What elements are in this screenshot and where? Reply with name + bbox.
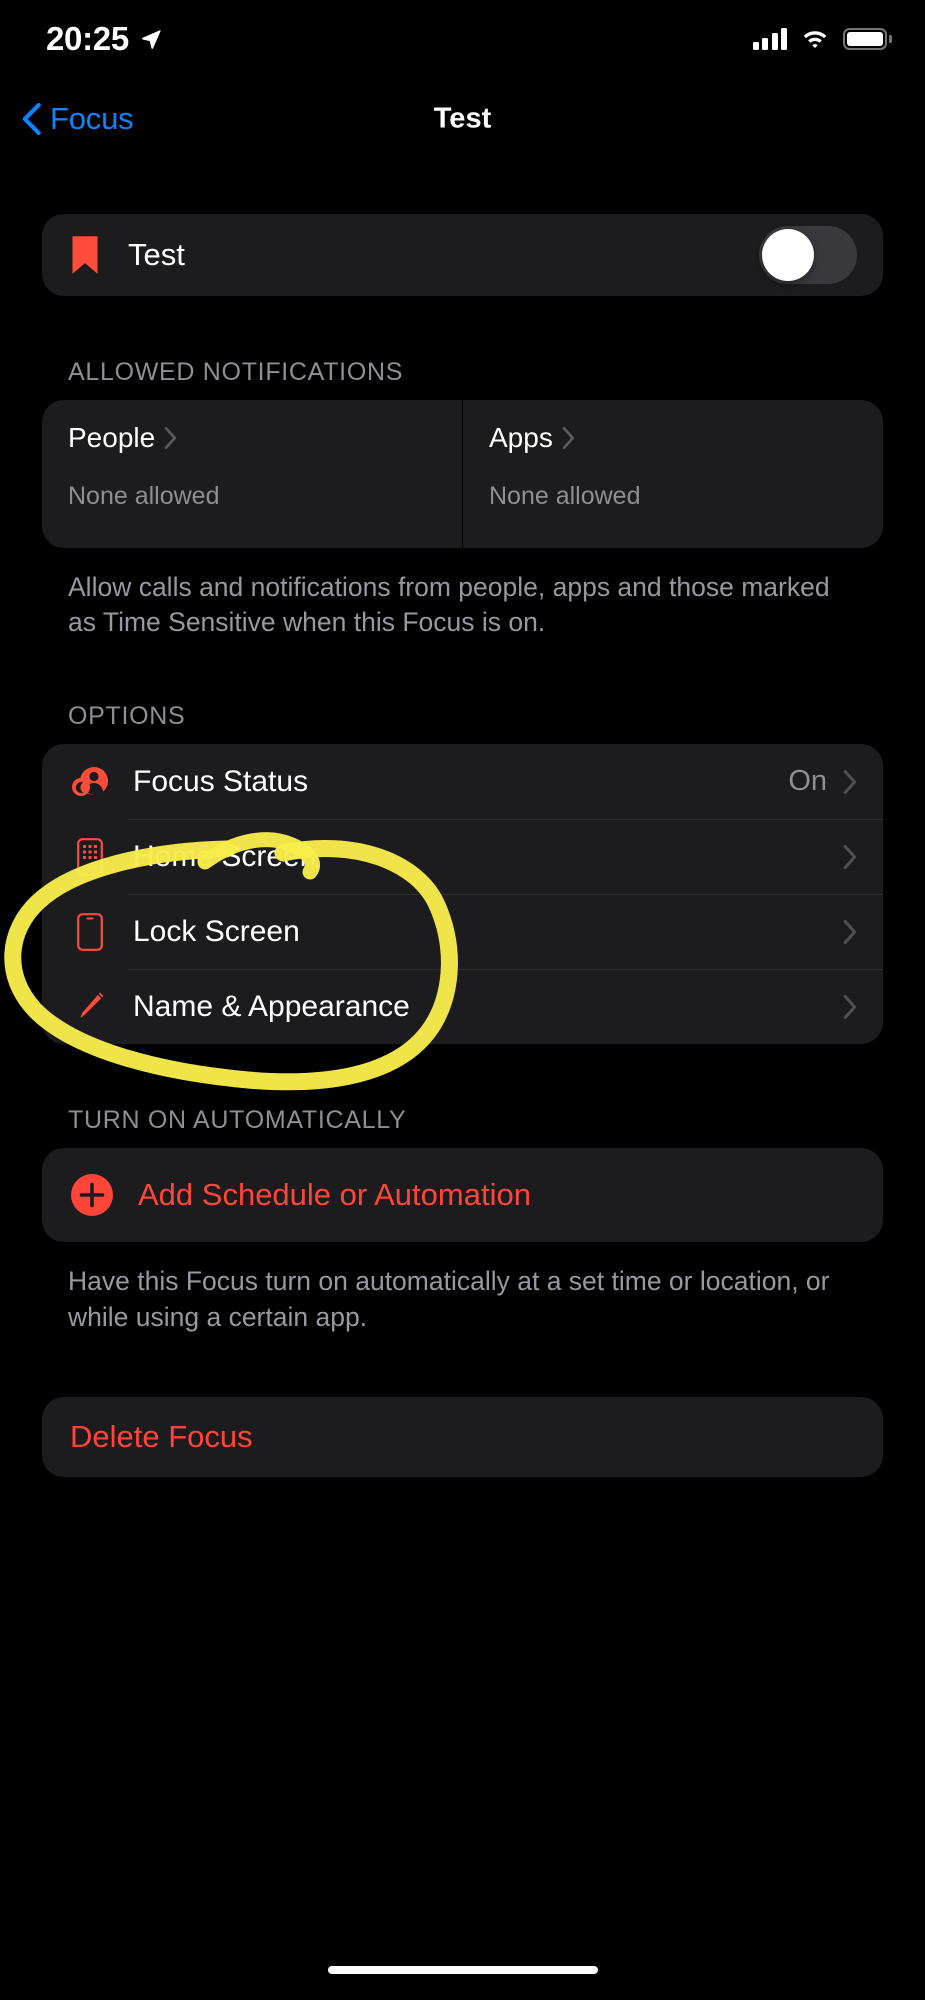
- add-schedule-row[interactable]: Add Schedule or Automation: [42, 1148, 883, 1242]
- people-subtitle: None allowed: [68, 482, 220, 510]
- plus-circle-icon: [71, 1174, 113, 1217]
- location-arrow-icon: [141, 30, 161, 49]
- chevron-right-icon: [843, 769, 857, 794]
- row-value-focus-status: On: [788, 765, 827, 798]
- delete-focus-card[interactable]: Delete Focus: [42, 1396, 883, 1477]
- cellular-bars-icon: [752, 28, 787, 50]
- row-lock-screen[interactable]: Lock Screen: [42, 894, 883, 969]
- battery-full-icon: [843, 28, 892, 50]
- row-label-focus-status: Focus Status: [133, 764, 309, 798]
- focus-status-person-moon-icon: [70, 765, 110, 799]
- row-home-screen[interactable]: Home Screen: [42, 819, 883, 894]
- row-label-home-screen: Home Screen: [133, 839, 317, 873]
- navigation-bar: Focus Test: [0, 88, 925, 150]
- lock-screen-phone-icon: [70, 913, 110, 951]
- bookmark-icon: [72, 236, 98, 274]
- allowed-notifications-split: People None allowed Apps None allowed: [42, 400, 883, 548]
- row-label-name-appearance: Name & Appearance: [133, 989, 410, 1023]
- toggle-knob: [762, 229, 814, 281]
- settings-content: Test ALLOWED NOTIFICATIONS People None a…: [0, 170, 925, 1477]
- allowed-notifications-footer: Allow calls and notifications from peopl…: [68, 572, 830, 638]
- chevron-right-icon: [843, 994, 857, 1019]
- people-title-row: People: [68, 422, 436, 454]
- allowed-notifications-card: People None allowed Apps None allowed: [42, 400, 883, 548]
- row-focus-status[interactable]: Focus Status On: [42, 744, 883, 819]
- chevron-right-icon: [164, 427, 177, 449]
- home-screen-grid-icon: [70, 838, 110, 876]
- row-name-appearance[interactable]: Name & Appearance: [42, 969, 883, 1044]
- delete-focus-label: Delete Focus: [70, 1418, 253, 1454]
- iphone-screen: 20:25 Focus Test Test ALLOWED NOTIFICATI…: [0, 0, 925, 2000]
- status-bar: 20:25: [0, 0, 925, 78]
- focus-name-label: Test: [128, 237, 185, 272]
- status-bar-clock: 20:25: [46, 20, 129, 57]
- apps-subtitle: None allowed: [489, 482, 641, 510]
- people-label: People: [68, 422, 156, 453]
- people-cell[interactable]: People None allowed: [42, 400, 462, 548]
- chevron-right-icon: [843, 844, 857, 869]
- add-schedule-label: Add Schedule or Automation: [138, 1177, 531, 1213]
- pencil-icon: [70, 990, 110, 1024]
- apps-cell[interactable]: Apps None allowed: [462, 400, 883, 548]
- focus-toggle-card[interactable]: Test: [42, 214, 883, 296]
- options-card: Focus Status On Home Screen Lock Screen …: [42, 744, 883, 1045]
- apps-title-row: Apps: [489, 422, 857, 454]
- chevron-right-icon: [562, 427, 574, 449]
- page-title: Test: [433, 102, 492, 135]
- row-label-lock-screen: Lock Screen: [133, 914, 300, 948]
- turn-on-automatically-header: TURN ON AUTOMATICALLY: [68, 1106, 407, 1135]
- apps-label: Apps: [489, 422, 553, 453]
- status-bar-left: 20:25: [46, 20, 162, 58]
- focus-enable-toggle[interactable]: [759, 226, 857, 284]
- turn-on-automatically-card: Add Schedule or Automation: [42, 1148, 883, 1243]
- home-indicator-bar: [327, 1966, 598, 1974]
- status-bar-right: [752, 28, 892, 50]
- wifi-icon: [803, 31, 827, 48]
- turn-on-automatically-footer: Have this Focus turn on automatically at…: [68, 1266, 830, 1332]
- allowed-notifications-header: ALLOWED NOTIFICATIONS: [68, 358, 404, 386]
- options-header: OPTIONS: [68, 702, 186, 731]
- chevron-right-icon: [843, 919, 857, 944]
